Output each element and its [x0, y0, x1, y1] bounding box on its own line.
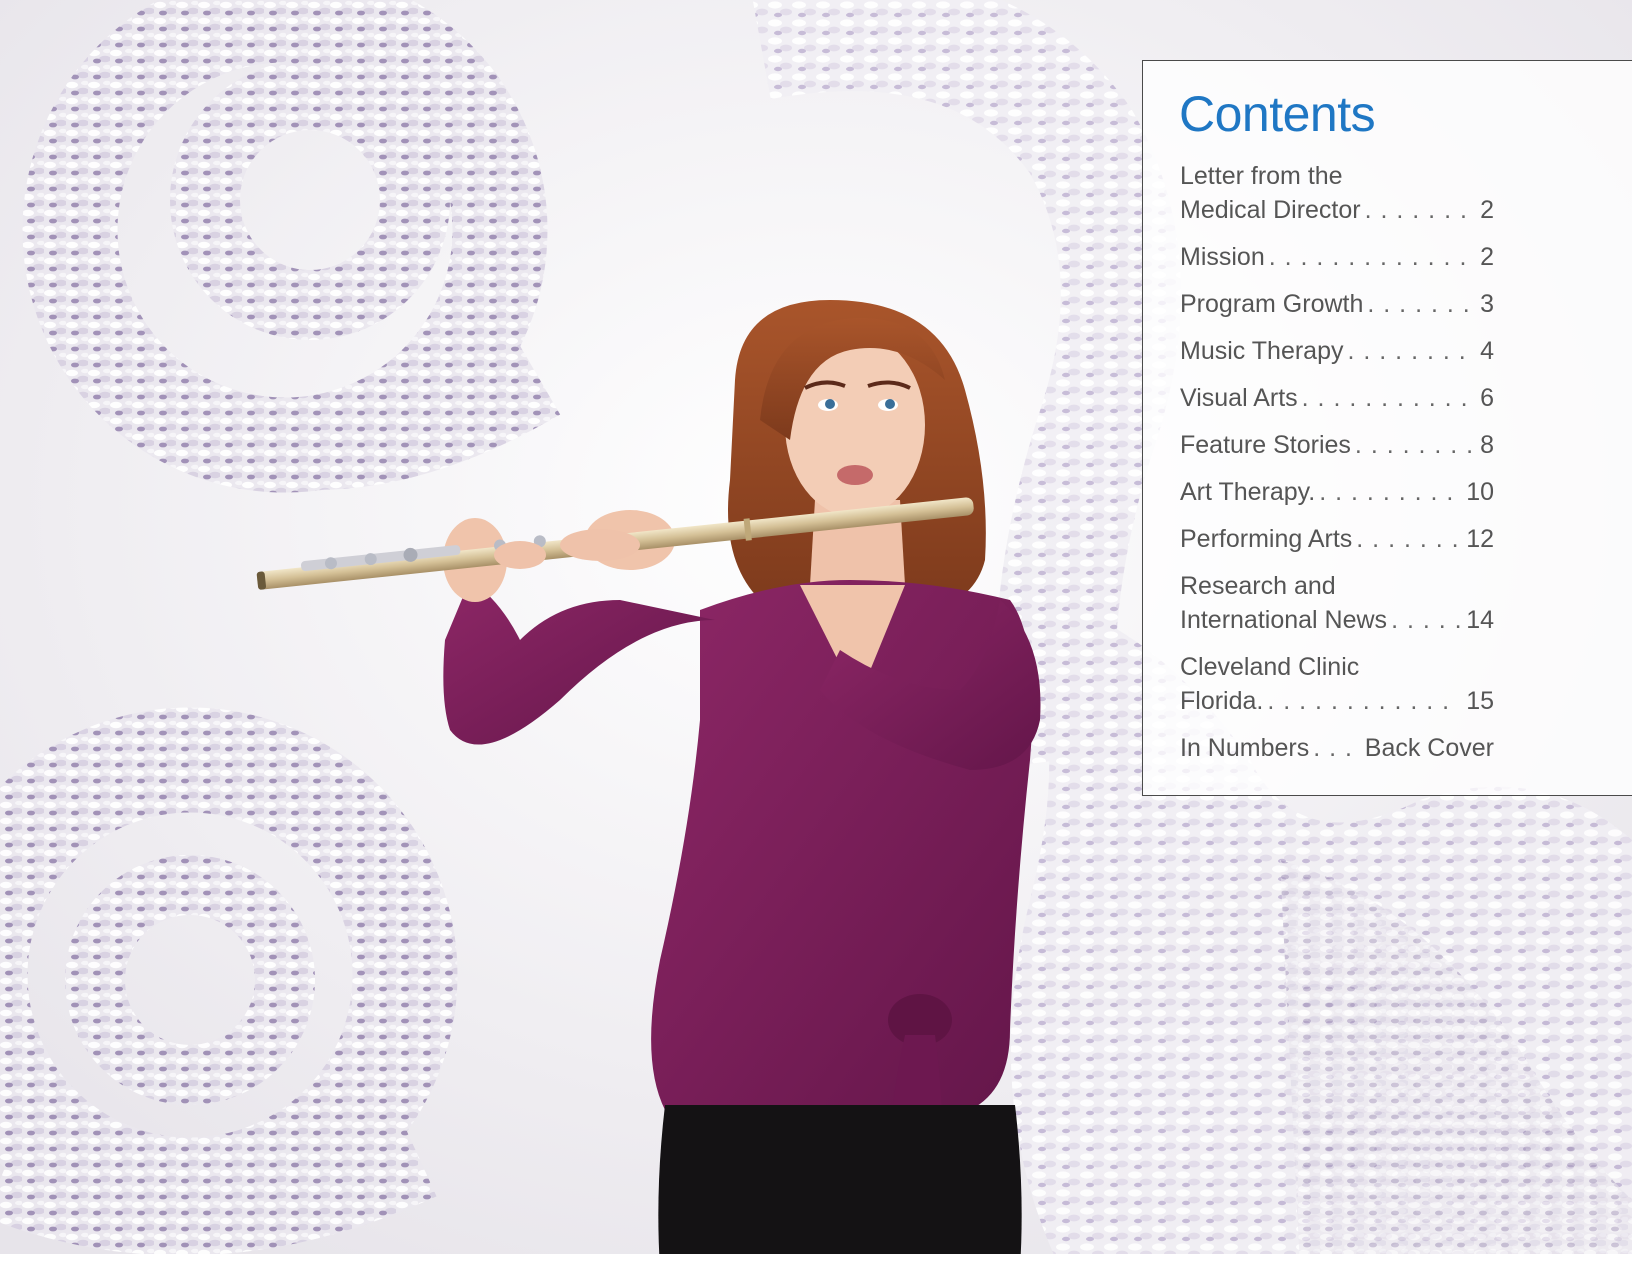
contents-item: Mission 2: [1180, 240, 1494, 274]
bottom-strip: [0, 1254, 1632, 1268]
contents-item-page: 8: [1480, 431, 1494, 459]
contents-item-line: International News 14: [1180, 603, 1494, 637]
contents-item: Research and International News 14: [1180, 569, 1494, 637]
contents-item-label-line1: Cleveland Clinic: [1180, 653, 1360, 681]
contents-item-line: Performing Arts 12: [1180, 522, 1494, 556]
dot-leader: [1298, 381, 1474, 415]
contents-item-label: Music Therapy: [1180, 337, 1344, 365]
contents-item-label: International News: [1180, 606, 1388, 634]
contents-item-line: Music Therapy 4: [1180, 334, 1494, 368]
contents-item-label: In Numbers: [1180, 734, 1310, 762]
dot-leader: [1263, 684, 1460, 718]
contents-item-line: Art Therapy. 10: [1180, 475, 1494, 509]
contents-item-label-line1: Research and: [1180, 572, 1336, 600]
contents-item-label: Performing Arts: [1180, 525, 1353, 553]
contents-item-page: 12: [1466, 525, 1494, 553]
page: Contents Letter from the Medical Director…: [0, 0, 1632, 1268]
contents-item-page: 6: [1480, 384, 1494, 412]
contents-item-label: Mission: [1180, 243, 1265, 271]
contents-item: Feature Stories 8: [1180, 428, 1494, 462]
contents-item-line: Feature Stories 8: [1180, 428, 1494, 462]
contents-item-page: 14: [1466, 606, 1494, 634]
contents-item-page: 2: [1480, 196, 1494, 224]
contents-list: Letter from the Medical Director 2 Mission 2…: [1180, 159, 1494, 778]
contents-item-line: Visual Arts 6: [1180, 381, 1494, 415]
dot-leader: [1309, 731, 1359, 765]
contents-panel: Contents Letter from the Medical Director…: [1142, 60, 1632, 796]
contents-item: Visual Arts 6: [1180, 381, 1494, 415]
contents-item: Letter from the Medical Director 2: [1180, 159, 1494, 227]
dot-leader: [1265, 240, 1474, 274]
contents-item-page: 10: [1466, 478, 1494, 506]
contents-item: Art Therapy. 10: [1180, 475, 1494, 509]
dot-leader: [1351, 428, 1474, 462]
contents-item-label: Visual Arts: [1180, 384, 1298, 412]
contents-item-page: 3: [1480, 290, 1494, 318]
contents-item: Program Growth 3: [1180, 287, 1494, 321]
contents-item-line: Mission 2: [1180, 240, 1494, 274]
contents-item-page: 4: [1480, 337, 1494, 365]
contents-item-line: In Numbers Back Cover: [1180, 731, 1494, 765]
dot-leader: [1315, 475, 1460, 509]
contents-item-label: Feature Stories: [1180, 431, 1351, 459]
dot-leader: [1344, 334, 1475, 368]
contents-item-label: Art Therapy.: [1180, 478, 1316, 506]
contents-item: In Numbers Back Cover: [1180, 731, 1494, 765]
contents-item-label: Florida.: [1180, 687, 1264, 715]
contents-item-line: Program Growth 3: [1180, 287, 1494, 321]
contents-item: Performing Arts 12: [1180, 522, 1494, 556]
contents-item-page: 15: [1466, 687, 1494, 715]
contents-item-label-line1: Letter from the: [1180, 162, 1343, 190]
contents-item-line: Medical Director 2: [1180, 193, 1494, 227]
contents-item-label: Program Growth: [1180, 290, 1364, 318]
dot-leader: [1352, 522, 1460, 556]
contents-item-line: Florida. 15: [1180, 684, 1494, 718]
contents-item-label: Medical Director: [1180, 196, 1361, 224]
contents-item-page: 2: [1480, 243, 1494, 271]
contents-item-page: Back Cover: [1364, 734, 1494, 762]
dot-leader: [1363, 287, 1474, 321]
contents-item: Cleveland Clinic Florida. 15: [1180, 650, 1494, 718]
dot-leader: [1361, 193, 1474, 227]
contents-title: Contents: [1179, 86, 1376, 142]
dot-leader: [1387, 603, 1460, 637]
contents-item: Music Therapy 4: [1180, 334, 1494, 368]
